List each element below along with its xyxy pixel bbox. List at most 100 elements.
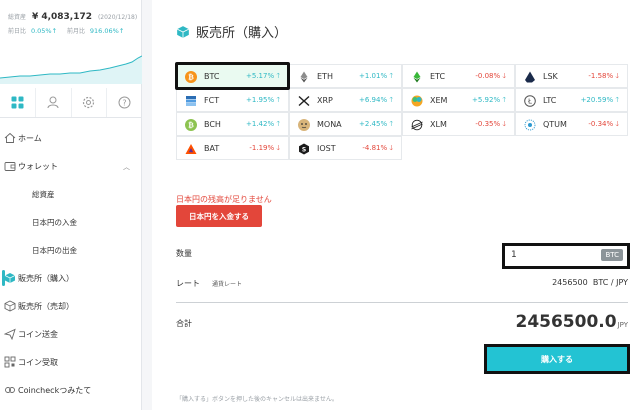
chevron-up-icon[interactable]: ︿ [123, 162, 130, 172]
wallet-icon [4, 162, 16, 171]
menu-item-total-assets[interactable]: 総資産 [0, 180, 142, 208]
etc-icon [413, 71, 421, 83]
tab-help[interactable]: ? [107, 88, 142, 117]
coin-symbol: BCH [204, 120, 221, 129]
menu-item-wallet[interactable]: ウォレット ︿ [0, 152, 142, 180]
qr-icon [4, 356, 16, 368]
ltc-icon: Ł [524, 95, 536, 107]
menu-item-recurring[interactable]: Coincheckつみたて [0, 376, 142, 404]
coin-change: -1.58% 🡓 [588, 72, 619, 80]
coin-change: -1.19% 🡓 [249, 144, 280, 152]
tab-dashboard[interactable] [0, 88, 36, 117]
qtum-icon [524, 119, 536, 131]
coin-change: +2.45% 🡑 [359, 120, 393, 128]
coin-symbol: QTUM [543, 120, 567, 129]
lsk-icon [525, 71, 535, 83]
cancel-notice: 「購入する」ボタンを押した後のキャンセルは出来ません。 [176, 396, 338, 403]
menu-item-label: 日本円の出金 [32, 245, 77, 255]
coin-option-xem[interactable]: XEM +5.92% 🡑 [402, 88, 515, 112]
menu-item-home[interactable]: ホーム [0, 124, 142, 152]
coin-option-lsk[interactable]: LSK -1.58% 🡓 [515, 64, 628, 88]
coin-symbol: ETH [317, 72, 333, 81]
menu-item-send[interactable]: コイン送金 [0, 320, 142, 348]
arrow-up-icon: 🡑 [389, 96, 393, 104]
buy-button-frame[interactable]: 購入する [484, 344, 630, 374]
coin-change: -0.08% 🡓 [475, 72, 506, 80]
coin-change: +1.95% 🡑 [246, 96, 280, 104]
menu-item-receive[interactable]: コイン受取 [0, 348, 142, 376]
quantity-value: 1 [511, 250, 517, 260]
menu-item-label: コイン送金 [18, 329, 58, 339]
menu-item-label: 販売所（購入） [18, 273, 74, 283]
xrp-icon [298, 95, 310, 107]
coin-change: +1.42% 🡑 [246, 120, 280, 128]
coin-change: -0.34% 🡓 [588, 120, 619, 128]
arrow-down-icon: 🡓 [502, 72, 506, 80]
coin-symbol: MONA [317, 120, 342, 129]
rate-value: 2456500 BTC / JPY [552, 278, 628, 287]
coin-symbol: XRP [317, 96, 333, 105]
arrow-up-icon: 🡑 [389, 120, 393, 128]
menu-item-buy[interactable]: 販売所（購入） [0, 264, 142, 292]
coin-change: +20.59% 🡑 [580, 96, 619, 104]
arrow-down-icon: 🡓 [389, 144, 393, 152]
menu-item-jpy-withdraw[interactable]: 日本円の出金 [0, 236, 142, 264]
coin-change: +6.94% 🡑 [359, 96, 393, 104]
divider [176, 302, 628, 303]
coin-symbol: XLM [430, 120, 447, 129]
coin-option-bat[interactable]: BAT -1.19% 🡓 [176, 136, 289, 160]
buy-button[interactable]: 購入する [541, 354, 573, 365]
menu-item-label: ウォレット [18, 161, 58, 171]
selected-coin-highlight [175, 62, 290, 90]
coin-option-eth[interactable]: ETH +1.01% 🡑 [289, 64, 402, 88]
send-icon [4, 328, 16, 340]
sell-icon [4, 300, 16, 312]
coin-option-qtum[interactable]: QTUM -0.34% 🡓 [515, 112, 628, 136]
home-icon [4, 132, 16, 143]
menu-item-label: ホーム [18, 133, 42, 143]
coin-option-etc[interactable]: ETC -0.08% 🡓 [402, 64, 515, 88]
coin-change: +1.01% 🡑 [359, 72, 393, 80]
day-change-value: 0.05%↑ [30, 27, 58, 35]
svg-text:?: ? [123, 98, 127, 107]
arrow-down-icon: 🡓 [502, 120, 506, 128]
menu-item-sell[interactable]: 販売所（売却） [0, 292, 142, 320]
rate-unit: BTC / JPY [592, 278, 628, 287]
currency-rate-link[interactable]: 通貨レート [212, 279, 242, 288]
coin-option-bch[interactable]: ₿ BCH +1.42% 🡑 [176, 112, 289, 136]
total-value: 2456500.0JPY [515, 312, 628, 332]
coin-option-xlm[interactable]: XLM -0.35% 🡓 [402, 112, 515, 136]
mona-icon [298, 119, 310, 131]
month-change-label: 前月比 [66, 28, 85, 35]
menu-item-label: 販売所（売却） [18, 301, 74, 311]
menu-item-label: 総資産 [32, 189, 55, 199]
coin-change: +5.92% 🡑 [472, 96, 506, 104]
tab-settings[interactable] [72, 88, 108, 117]
arrow-down-icon: 🡓 [276, 144, 280, 152]
eth-icon [300, 71, 308, 83]
coin-symbol: ETC [430, 72, 446, 81]
arrow-up-icon: 🡑 [502, 96, 506, 104]
coin-option-iost[interactable]: S IOST -4.81% 🡓 [289, 136, 402, 160]
arrow-up-icon: 🡑 [389, 72, 393, 80]
arrow-down-icon: 🡓 [615, 120, 619, 128]
coin-option-fct[interactable]: FCT +1.95% 🡑 [176, 88, 289, 112]
coin-option-xrp[interactable]: XRP +6.94% 🡑 [289, 88, 402, 112]
arrow-down-icon: 🡓 [615, 72, 619, 80]
fct-icon [186, 96, 196, 106]
menu-item-jpy-deposit[interactable]: 日本円の入金 [0, 208, 142, 236]
svg-text:S: S [302, 146, 306, 153]
total-assets-date: (2020/12/18) [97, 14, 138, 21]
recurring-icon [5, 387, 15, 393]
menu-item-label: Coincheckつみたて [18, 385, 92, 395]
tab-account[interactable] [36, 88, 72, 117]
total-label: 合計 [176, 319, 192, 328]
coin-option-ltc[interactable]: Ł LTC +20.59% 🡑 [515, 88, 628, 112]
rate-label: レート [176, 279, 200, 288]
deposit-jpy-button[interactable]: 日本円を入金する [176, 205, 262, 227]
coin-symbol: IOST [317, 144, 336, 153]
quantity-input[interactable]: 1 BTC [502, 243, 630, 269]
coin-option-mona[interactable]: MONA +2.45% 🡑 [289, 112, 402, 136]
xlm-icon [411, 119, 423, 131]
menu-item-label: 日本円の入金 [32, 217, 77, 227]
